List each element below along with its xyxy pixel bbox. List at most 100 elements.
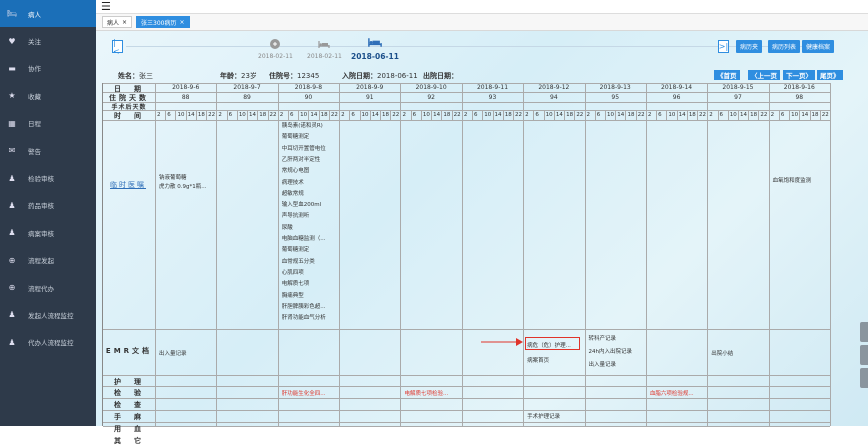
tab-patients[interactable]: 病人 × xyxy=(102,16,133,28)
record-folder-button[interactable]: 病历夹 xyxy=(736,40,763,53)
tab-patient-record[interactable]: 张三300病历 × xyxy=(136,16,190,28)
user-icon: ♟ xyxy=(8,337,16,347)
record-entry[interactable]: 胸痛典型 xyxy=(282,291,304,299)
record-entry[interactable]: 葡萄糖测定 xyxy=(282,132,310,140)
grid-line xyxy=(369,110,371,120)
hour-tick: 6 xyxy=(351,112,355,118)
record-entry[interactable]: 钠液葡萄糖 xyxy=(159,173,187,181)
record-entry[interactable]: 输入型血200ml xyxy=(282,200,321,208)
day-date: 2018-9-15 xyxy=(722,84,754,91)
side-tab[interactable] xyxy=(860,345,868,365)
record-entry[interactable]: 胰岛素(诺和灵R) xyxy=(282,121,323,129)
timeline-node[interactable]: 2018-02-11 xyxy=(307,40,342,60)
pager-next[interactable]: 下一页〉 xyxy=(783,70,815,80)
clinical-orders-label[interactable]: 临时医嘱 xyxy=(110,180,146,190)
menu-icon[interactable]: ☰ xyxy=(101,1,111,12)
grid-line xyxy=(727,110,729,120)
timeline: |< 2018-02-11 2018-02-11 2018-06-11 >| 病… xyxy=(96,31,868,69)
hour-tick: 2 xyxy=(341,112,345,118)
grid-line xyxy=(737,110,739,120)
record-entry[interactable]: 声导抗测听 xyxy=(282,211,310,219)
record-entry[interactable]: 出入量记录 xyxy=(159,349,187,357)
record-entry[interactable]: 肝胆脾胰彩色超... xyxy=(282,302,326,310)
hour-tick: 22 xyxy=(453,112,461,118)
sidebar-item[interactable]: ♟ 检验审核 xyxy=(0,164,96,191)
sidebar-item[interactable]: ♟ 发起人流程监控 xyxy=(0,301,96,328)
record-entry[interactable]: 乙肝两对半定性 xyxy=(282,155,321,163)
record-entry[interactable]: 心肌四项 xyxy=(282,268,304,276)
record-entry[interactable]: 血常规五分类 xyxy=(282,257,315,265)
surgery-entry[interactable]: 手术护理记录 xyxy=(527,412,560,420)
grid-line xyxy=(625,110,627,120)
record-entry[interactable]: 常规心电图 xyxy=(282,166,310,174)
record-entry[interactable]: 24h内入出院记录 xyxy=(589,347,633,355)
record-entry[interactable]: 转科产记录 xyxy=(589,334,617,342)
record-content: |< 2018-02-11 2018-02-11 2018-06-11 >| 病… xyxy=(96,31,868,445)
grid-line xyxy=(584,83,586,426)
hour-tick: 18 xyxy=(197,112,205,118)
record-entry[interactable]: 虎力散 0.9g*1瓶... xyxy=(159,182,206,190)
day-date: 2018-9-6 xyxy=(172,84,200,91)
lab-entry[interactable]: 血脂六项检验规... xyxy=(650,389,694,397)
close-icon[interactable]: × xyxy=(122,19,127,26)
close-icon[interactable]: × xyxy=(180,19,185,26)
sidebar-item[interactable]: ▦ 日程 xyxy=(0,110,96,137)
plus-circle-icon: ⊕ xyxy=(8,283,16,293)
sidebar-item[interactable]: 🛏 病人 xyxy=(0,0,96,28)
timeline-node[interactable]: 2018-02-11 xyxy=(258,39,293,60)
record-entry[interactable]: 葡萄糖测定 xyxy=(282,245,310,253)
hour-tick: 22 xyxy=(208,112,216,118)
hour-tick: 22 xyxy=(699,112,707,118)
lab-entry[interactable]: 电解质七项检验... xyxy=(404,389,448,397)
record-entry[interactable]: 病案首页 xyxy=(527,356,549,364)
grid-line xyxy=(103,375,830,376)
patient-admission-no: 住院号：12345 xyxy=(269,71,319,81)
record-list-button[interactable]: 病历列表 xyxy=(768,40,801,53)
sidebar-item[interactable]: ♟ 药品审核 xyxy=(0,192,96,219)
record-entry[interactable]: 病理技术 xyxy=(282,178,304,186)
sidebar-item[interactable]: ★ 收藏 xyxy=(0,82,96,109)
pager-prev[interactable]: 〈上一页 xyxy=(748,70,780,80)
side-tab[interactable] xyxy=(860,368,868,388)
sidebar-item-label: 协作 xyxy=(28,65,41,74)
grid-line xyxy=(758,110,760,120)
last-page-button[interactable]: >| xyxy=(718,40,729,53)
record-entry[interactable]: 出入量记录 xyxy=(589,360,617,368)
sidebar-item[interactable]: ✉ 警告 xyxy=(0,137,96,164)
sidebar-item[interactable]: ♟ 代办人流程监控 xyxy=(0,329,96,356)
sidebar-item[interactable]: ♥ 关注 xyxy=(0,27,96,54)
grid-line xyxy=(359,110,361,120)
grid-line xyxy=(257,110,259,120)
first-page-button[interactable]: |< xyxy=(112,37,123,56)
timeline-node-current[interactable]: 2018-06-11 xyxy=(351,37,399,61)
record-entry[interactable]: 尿酸 xyxy=(282,223,293,231)
hour-tick: 6 xyxy=(780,112,785,118)
grid-line xyxy=(103,92,830,93)
grid-line xyxy=(390,110,392,120)
sidebar-item[interactable]: ▬ 协作 xyxy=(0,55,96,82)
pager-first[interactable]: 《首页 xyxy=(714,70,740,80)
user-icon: ♟ xyxy=(8,173,16,183)
pager-last[interactable]: 尾页》 xyxy=(817,70,843,80)
first-page-glyph: |< xyxy=(113,37,120,56)
hour-tick: 10 xyxy=(300,112,308,118)
record-entry[interactable]: 电脑血糖监测（... xyxy=(282,234,326,242)
grid-line xyxy=(226,110,228,120)
side-tab[interactable] xyxy=(860,322,868,342)
sidebar-item-label: 流程代办 xyxy=(28,284,54,293)
lab-entry[interactable]: 肝功能生化全四... xyxy=(282,389,326,397)
hour-tick: 14 xyxy=(801,112,809,118)
sidebar-item-label: 警告 xyxy=(28,147,41,156)
record-entry[interactable]: 出院小结 xyxy=(711,349,733,357)
record-entry[interactable]: 中耳切开置管电位 xyxy=(282,144,326,152)
record-entry[interactable]: 血氧饱和度监测 xyxy=(773,176,812,184)
sidebar-item[interactable]: ♟ 病案审核 xyxy=(0,219,96,246)
record-entry[interactable]: 超敏常规 xyxy=(282,189,304,197)
health-file-button[interactable]: 健康档案 xyxy=(802,40,835,53)
record-entry[interactable]: 电解质七项 xyxy=(282,279,310,287)
sidebar-item[interactable]: ⊕ 流程代办 xyxy=(0,274,96,301)
hour-tick: 14 xyxy=(678,112,686,118)
grid-line xyxy=(318,110,320,120)
sidebar-item[interactable]: ⊕ 流程发起 xyxy=(0,247,96,274)
record-entry[interactable]: 肝肾功能血气分析 xyxy=(282,313,326,321)
